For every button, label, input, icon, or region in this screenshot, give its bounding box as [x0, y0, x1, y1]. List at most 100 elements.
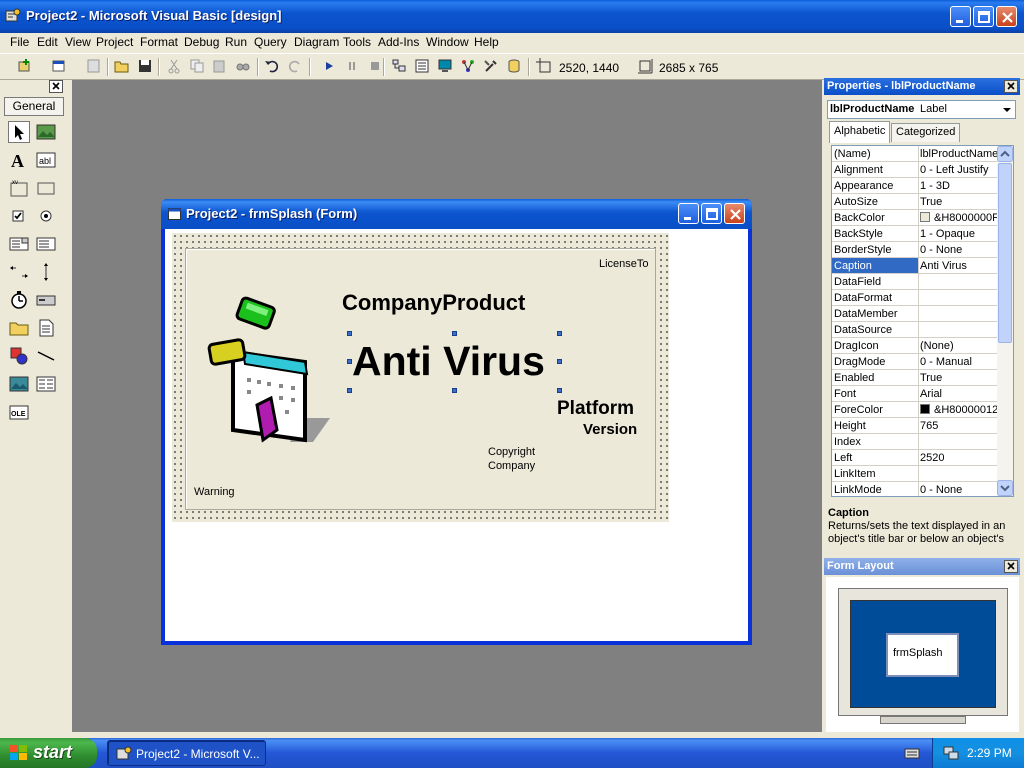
selection-handle[interactable] — [452, 331, 457, 336]
toolbox-timer-icon[interactable] — [9, 290, 29, 310]
property-row-appearance[interactable]: Appearance 1 - 3D — [832, 178, 999, 194]
toolbox-combobox-icon[interactable] — [9, 234, 29, 254]
property-row-datafield[interactable]: DataField — [832, 274, 999, 290]
toolbox-line-icon[interactable] — [36, 346, 56, 366]
selection-handle[interactable] — [452, 388, 457, 393]
property-value[interactable]: &H80000012 — [920, 404, 998, 416]
property-row-height[interactable]: Height 765 — [832, 418, 999, 434]
redo-icon[interactable] — [287, 58, 303, 74]
property-row-borderstyle[interactable]: BorderStyle 0 - None — [832, 242, 999, 258]
menu-run[interactable]: Run — [225, 35, 247, 49]
property-value[interactable]: True — [920, 196, 998, 208]
property-row-name[interactable]: (Name) lblProductName — [832, 146, 999, 162]
property-row-alignment[interactable]: Alignment 0 - Left Justify — [832, 162, 999, 178]
menu-project[interactable]: Project — [96, 35, 133, 49]
menu-diagram[interactable]: Diagram — [294, 35, 339, 49]
tab-alphabetic[interactable]: Alphabetic — [829, 121, 891, 143]
warning-label[interactable]: Warning — [194, 486, 235, 498]
form-layout-icon[interactable] — [437, 58, 453, 74]
toolbox-optionbutton-icon[interactable] — [36, 206, 56, 226]
form-layout-frmsplash[interactable]: frmSplash — [886, 633, 959, 677]
chevron-down-icon[interactable] — [1000, 104, 1014, 116]
toolbox-textbox-icon[interactable]: abl — [36, 150, 56, 170]
toolbox-shape-icon[interactable] — [9, 346, 29, 366]
form-minimize-button[interactable] — [678, 203, 699, 224]
platform-label[interactable]: Platform — [557, 398, 634, 420]
property-row-linkitem[interactable]: LinkItem — [832, 466, 999, 482]
version-label[interactable]: Version — [583, 421, 637, 438]
tab-categorized[interactable]: Categorized — [891, 123, 961, 142]
copy-icon[interactable] — [189, 58, 205, 74]
cut-icon[interactable] — [166, 58, 182, 74]
main-titlebar[interactable]: Project2 - Microsoft Visual Basic [desig… — [0, 0, 1024, 33]
toolbox-checkbox-icon[interactable] — [9, 206, 29, 226]
menu-editor-icon[interactable] — [86, 58, 102, 74]
scroll-thumb[interactable] — [998, 163, 1012, 343]
product-name-label[interactable]: Anti Virus — [352, 337, 545, 385]
property-row-dataformat[interactable]: DataFormat — [832, 290, 999, 306]
form-layout-titlebar[interactable]: Form Layout — [824, 558, 1020, 575]
properties-scrollbar[interactable] — [997, 146, 1013, 496]
menu-file[interactable]: File — [10, 35, 29, 49]
property-row-datamember[interactable]: DataMember — [832, 306, 999, 322]
toolbox-hscrollbar-icon[interactable] — [9, 262, 29, 282]
property-value[interactable]: 0 - Left Justify — [920, 164, 998, 176]
menu-help[interactable]: Help — [474, 35, 499, 49]
data-view-icon[interactable] — [506, 58, 522, 74]
property-row-linkmode[interactable]: LinkMode 0 - None — [832, 482, 999, 496]
toolbox-label-icon[interactable]: A — [9, 150, 29, 170]
close-button[interactable] — [996, 6, 1017, 27]
object-browser-icon[interactable] — [460, 58, 476, 74]
property-row-caption[interactable]: Caption Anti Virus — [832, 258, 999, 274]
undo-icon[interactable] — [264, 58, 280, 74]
property-row-forecolor[interactable]: ForeColor &H80000012 — [832, 402, 999, 418]
property-value[interactable]: 1 - Opaque — [920, 228, 998, 240]
taskbar-item-vb[interactable]: Project2 - Microsoft V... — [107, 740, 266, 766]
open-project-icon[interactable] — [114, 58, 130, 74]
company-label[interactable]: Company — [488, 460, 535, 472]
toolbox-ole-icon[interactable]: OLE — [9, 402, 29, 422]
property-value[interactable]: 765 — [920, 420, 998, 432]
selection-handle[interactable] — [347, 388, 352, 393]
start-icon[interactable] — [321, 58, 337, 74]
property-row-autosize[interactable]: AutoSize True — [832, 194, 999, 210]
copyright-label[interactable]: Copyright — [488, 446, 535, 458]
toolbox-commandbutton-icon[interactable] — [36, 178, 56, 198]
property-row-dragmode[interactable]: DragMode 0 - Manual — [832, 354, 999, 370]
properties-close-button[interactable] — [1004, 80, 1018, 93]
property-value[interactable]: lblProductName — [920, 148, 998, 160]
selection-handle[interactable] — [557, 331, 562, 336]
project-explorer-icon[interactable] — [391, 58, 407, 74]
find-icon[interactable] — [235, 58, 251, 74]
property-row-enabled[interactable]: Enabled True — [832, 370, 999, 386]
form-layout-close-button[interactable] — [1004, 560, 1018, 573]
toolbox-pointer-icon[interactable] — [8, 121, 30, 143]
add-project-icon[interactable] — [17, 58, 33, 74]
license-to-label[interactable]: LicenseTo — [599, 258, 649, 270]
property-row-backstyle[interactable]: BackStyle 1 - Opaque — [832, 226, 999, 242]
minimize-button[interactable] — [950, 6, 971, 27]
toolbox-vscrollbar-icon[interactable] — [36, 262, 56, 282]
toolbox-drivelist-icon[interactable] — [36, 290, 56, 310]
toolbox-icon[interactable] — [483, 58, 499, 74]
property-value[interactable]: 0 - None — [920, 244, 998, 256]
toolbox-data-icon[interactable] — [36, 374, 56, 394]
selection-handle[interactable] — [557, 388, 562, 393]
end-icon[interactable] — [367, 58, 383, 74]
property-value[interactable]: Anti Virus — [920, 260, 998, 272]
scroll-up-icon[interactable] — [997, 146, 1013, 162]
clock[interactable]: 2:29 PM — [967, 746, 1012, 760]
form-close-button[interactable] — [724, 203, 745, 224]
property-value[interactable]: True — [920, 372, 998, 384]
toolbox-picturebox-icon[interactable] — [36, 122, 56, 142]
toolbox-filelist-icon[interactable] — [36, 318, 56, 338]
menu-window[interactable]: Window — [426, 35, 469, 49]
paste-icon[interactable] — [212, 58, 228, 74]
toolbox-dirlist-icon[interactable] — [9, 318, 29, 338]
start-button[interactable]: start — [0, 738, 97, 768]
property-row-dragicon[interactable]: DragIcon (None) — [832, 338, 999, 354]
menu-tools[interactable]: Tools — [343, 35, 371, 49]
properties-titlebar[interactable]: Properties - lblProductName — [824, 78, 1020, 95]
form-maximize-button[interactable] — [701, 203, 722, 224]
scroll-down-icon[interactable] — [997, 480, 1013, 496]
